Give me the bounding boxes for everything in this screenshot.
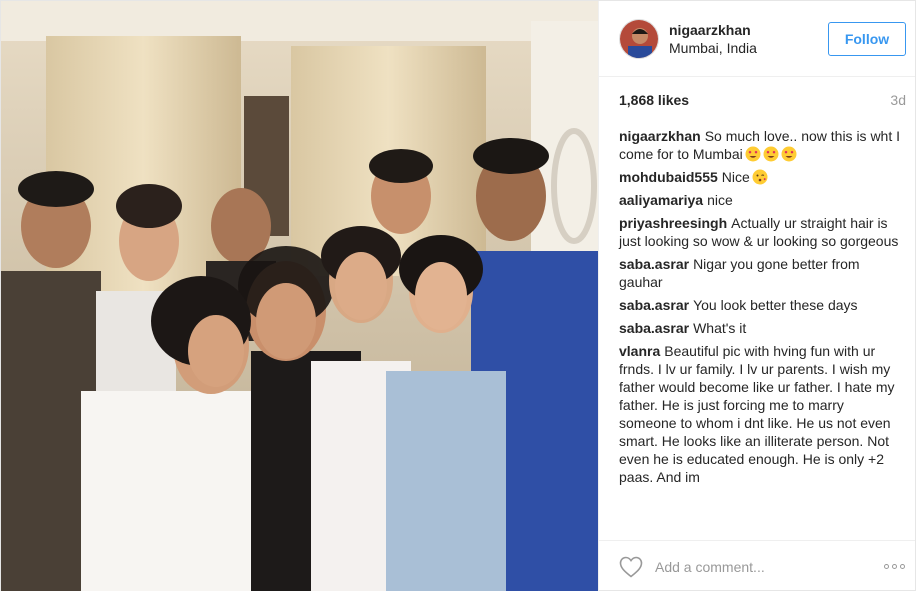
avatar-image (620, 19, 658, 58)
follow-button[interactable]: Follow (828, 21, 906, 56)
comment-username[interactable]: vlanra (619, 343, 660, 359)
comment-username[interactable]: saba.asrar (619, 256, 689, 272)
add-comment-input[interactable]: Add a comment... (655, 559, 884, 575)
more-options-icon[interactable] (884, 564, 905, 569)
comment: nigaarzkhan So much love.. now this is wh… (619, 127, 905, 163)
username-link[interactable]: nigaarzkhan (669, 21, 828, 39)
post-photo[interactable] (1, 1, 598, 591)
dot-icon (884, 564, 889, 569)
heart-eyes-emoji-icon (763, 146, 779, 162)
likes-count[interactable]: 1,868 likes (619, 92, 689, 108)
comment-username[interactable]: aaliyamariya (619, 192, 703, 208)
comments-list[interactable]: nigaarzkhan So much love.. now this is wh… (599, 115, 915, 540)
location-link[interactable]: Mumbai, India (669, 39, 828, 57)
comment-username[interactable]: saba.asrar (619, 320, 689, 336)
comment-username[interactable]: mohdubaid555 (619, 169, 718, 185)
comment: saba.asrar What's it (619, 319, 905, 337)
comment-text: What's it (693, 320, 747, 336)
comment: saba.asrar Nigar you gone better from gau… (619, 255, 905, 291)
post-header: nigaarzkhan Mumbai, India Follow (599, 1, 915, 77)
post-sidebar: nigaarzkhan Mumbai, India Follow 1,868 l… (598, 1, 915, 591)
comment-username[interactable]: priyashreesingh (619, 215, 727, 231)
comment-text: You look better these days (693, 297, 858, 313)
heart-eyes-emoji-icon (745, 146, 761, 162)
kissing-face-emoji-icon (752, 169, 768, 185)
dot-icon (900, 564, 905, 569)
comment: mohdubaid555 Nice (619, 168, 905, 186)
comment-username[interactable]: nigaarzkhan (619, 128, 701, 144)
dot-icon (892, 564, 897, 569)
comment-text: nice (707, 192, 733, 208)
post-age[interactable]: 3d (890, 92, 906, 108)
avatar[interactable] (619, 18, 659, 59)
comment: saba.asrar You look better these days (619, 296, 905, 314)
comment: vlanra Beautiful pic with hving fun with … (619, 342, 905, 486)
comment-bar: Add a comment... (599, 540, 915, 591)
instagram-post: nigaarzkhan Mumbai, India Follow 1,868 l… (0, 0, 916, 591)
comment: priyashreesingh Actually ur straight hair… (619, 214, 905, 250)
heart-outline-icon[interactable] (619, 556, 643, 578)
comments-fade (599, 526, 915, 540)
comment-username[interactable]: saba.asrar (619, 297, 689, 313)
group-photo-image (1, 1, 598, 591)
comment-text: Beautiful pic with hving fun with ur frn… (619, 343, 895, 485)
heart-eyes-emoji-icon (781, 146, 797, 162)
comment-text: Nice (721, 169, 750, 185)
user-info: nigaarzkhan Mumbai, India (669, 21, 828, 57)
post-meta: 1,868 likes 3d (599, 77, 915, 115)
comment: aaliyamariya nice (619, 191, 905, 209)
